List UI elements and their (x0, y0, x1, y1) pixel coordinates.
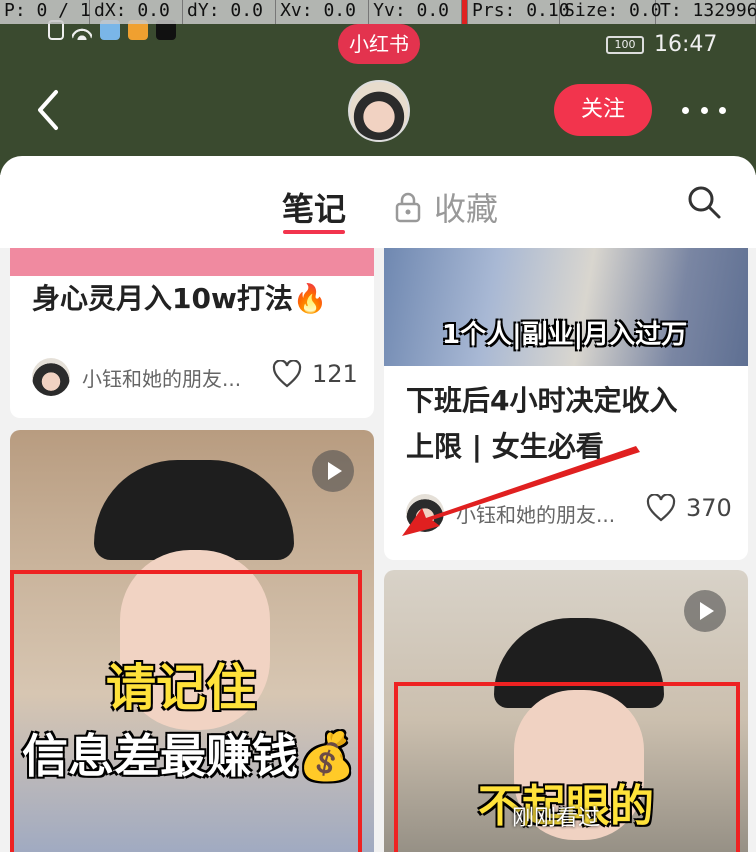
debug-prs: Prs: 0.10 (468, 0, 570, 24)
cover-caption: 请记住 (106, 659, 256, 717)
debug-p: P: 0 / 1 (0, 0, 91, 24)
tab-favorites[interactable]: 收藏 (394, 184, 498, 230)
cover-caption: 1个人|副业|月入过万 (442, 320, 688, 350)
search-button[interactable] (686, 184, 722, 220)
tab-favorites-label: 收藏 (434, 190, 499, 228)
more-options-button[interactable] (682, 92, 726, 128)
cover-hat-shape (94, 460, 294, 560)
search-icon (688, 186, 721, 219)
dot-icon (700, 106, 708, 114)
note-title: 下班后4小时决定收入 (406, 384, 678, 417)
lock-icon (395, 192, 421, 223)
heart-icon (272, 360, 302, 388)
avatar (32, 358, 70, 396)
debug-overlay: P: 0 / 1 dX: 0.0 dY: 0.0 Xv: 0.0 Yv: 0.0… (0, 0, 756, 24)
like-button[interactable]: 370 (646, 494, 732, 522)
notes-feed: 身心灵月入10w打法🔥 小钰和她的朋友... 121 1个人|副业|月入过万 下… (0, 248, 756, 852)
author-name: 小钰和她的朋友... (456, 502, 616, 527)
note-author[interactable]: 小钰和她的朋友... (32, 358, 241, 396)
note-title-line2: 上限 | 女生必看 (406, 430, 604, 463)
avatar[interactable] (348, 80, 410, 142)
play-icon (684, 590, 726, 632)
battery-indicator: 100 (606, 36, 644, 54)
play-icon (312, 450, 354, 492)
note-card[interactable]: 身心灵月入10w打法🔥 小钰和她的朋友... 121 (10, 248, 374, 418)
chevron-left-icon (38, 90, 58, 130)
debug-yv: Yv: 0.0 (369, 0, 463, 24)
tab-notes[interactable]: 笔记 (282, 184, 346, 230)
note-author[interactable]: 小钰和她的朋友... (406, 494, 615, 532)
author-name: 小钰和她的朋友... (82, 366, 242, 391)
tab-bar (0, 156, 756, 248)
note-card[interactable]: 1个人|副业|月入过万 下班后4小时决定收入 上限 | 女生必看 小钰和她的朋友… (384, 248, 748, 560)
debug-xv: Xv: 0.0 (276, 0, 370, 24)
like-count: 370 (686, 494, 732, 522)
back-button[interactable] (30, 86, 70, 134)
note-title: 身心灵月入10w打法🔥 (32, 282, 328, 315)
like-count: 121 (312, 360, 358, 388)
recently-viewed-label: 刚刚看过 (512, 806, 601, 831)
cover-caption-line2: 信息差最赚钱💰 (22, 729, 356, 783)
clock: 16:47 (654, 32, 718, 57)
follow-button[interactable]: 关注 (554, 84, 652, 136)
dot-icon (719, 106, 726, 114)
debug-t: T: 132996 (656, 0, 756, 24)
avatar (406, 494, 444, 532)
heart-icon (646, 494, 676, 522)
video-note-card[interactable]: 请记住 信息差最赚钱💰 (10, 430, 374, 852)
dot-icon (682, 106, 689, 114)
like-button[interactable]: 121 (272, 360, 358, 388)
tab-active-indicator (283, 230, 345, 234)
note-cover-image (10, 248, 374, 276)
debug-dx: dX: 0.0 (90, 0, 184, 24)
profile-header: 小红书 100 16:47 关注 (0, 0, 756, 175)
app-brand: 小红书 (338, 24, 420, 64)
debug-dy: dY: 0.0 (183, 0, 277, 24)
video-cover-image: 请记住 信息差最赚钱💰 (10, 430, 374, 852)
note-cover-image: 1个人|副业|月入过万 (384, 248, 748, 366)
debug-size: Size: 0.0 (560, 0, 662, 24)
